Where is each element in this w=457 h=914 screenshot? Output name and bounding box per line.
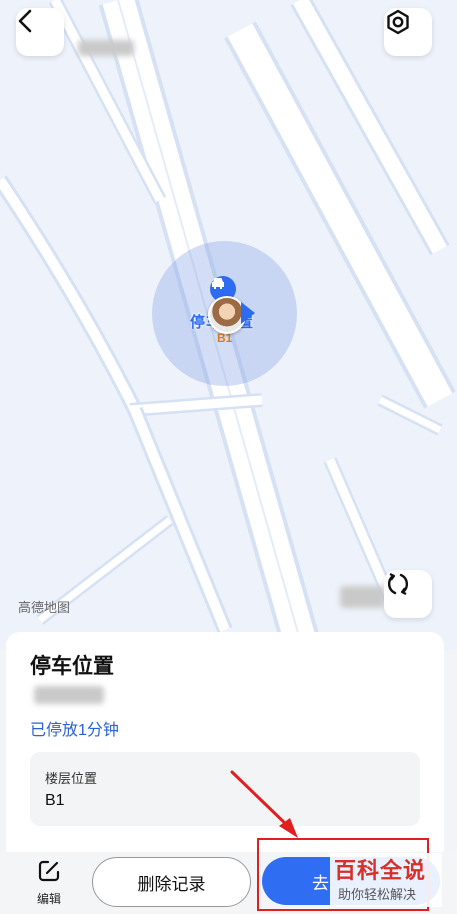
settings-gear-icon: [387, 9, 409, 35]
edit-button[interactable]: 编辑: [30, 858, 68, 907]
chevron-left-icon: [18, 9, 32, 33]
settings-button[interactable]: [384, 8, 432, 56]
map-view[interactable]: 停车位置 B1 高德地图: [0, 0, 457, 650]
floor-value: B1: [45, 792, 65, 809]
redacted-text: [340, 586, 384, 608]
sheet-title: 停车位置: [30, 655, 114, 678]
badge-main-text: 百科全说: [334, 858, 427, 883]
back-button[interactable]: [16, 8, 64, 56]
parking-info-sheet: 停车位置 已停放1分钟 楼层位置 B1: [6, 632, 444, 852]
watermark-badge: 百科全说 助你轻松解决: [330, 853, 442, 907]
parked-duration: 已停放1分钟: [30, 722, 119, 739]
redacted-text: [78, 40, 134, 56]
refresh-icon: [388, 573, 408, 595]
delete-record-button[interactable]: 删除记录: [92, 857, 251, 907]
refresh-button[interactable]: [384, 570, 432, 618]
badge-sub-text: 助你轻松解决: [338, 887, 417, 902]
edit-icon: [38, 860, 60, 882]
floor-label: 楼层位置: [45, 771, 98, 786]
floor-card[interactable]: 楼层位置 B1: [30, 752, 420, 826]
heading-arrow-icon: [241, 302, 255, 324]
edit-label: 编辑: [36, 892, 61, 906]
map-provider-watermark: 高德地图: [18, 600, 71, 615]
redacted-address: [34, 686, 104, 704]
